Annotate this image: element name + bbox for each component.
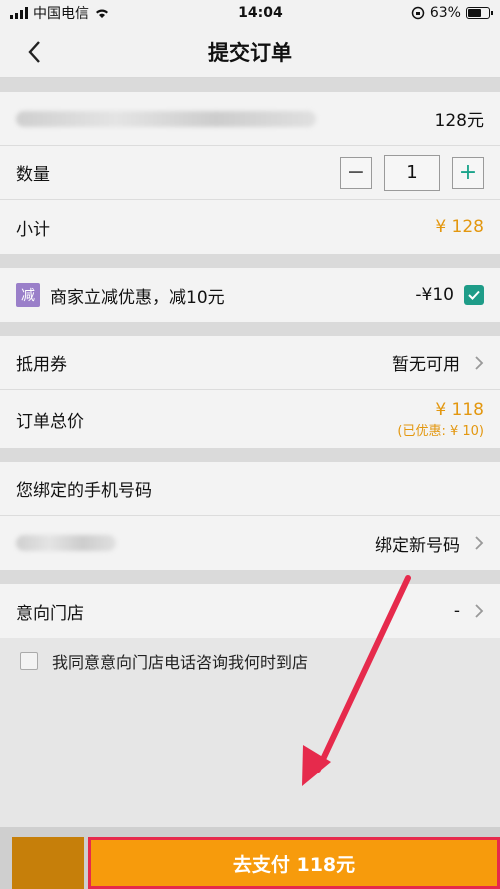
battery-icon [465, 7, 493, 19]
phone-right: 绑定新号码 [375, 531, 484, 556]
promo-checkbox[interactable] [464, 285, 484, 305]
section-divider [0, 254, 500, 268]
phone-number-blurred [16, 535, 116, 551]
product-price: 128元 [434, 111, 484, 131]
signal-icon [10, 7, 28, 19]
total-label: 订单总价 [16, 411, 84, 432]
store-section: 意向门店 - [0, 584, 500, 638]
phone-section: 您绑定的手机号码 绑定新号码 [0, 462, 500, 570]
store-row[interactable]: 意向门店 - [0, 584, 500, 638]
subtotal-value: ¥ 128 [435, 217, 484, 237]
promo-row[interactable]: 减 商家立减优惠，减10元 -¥10 [0, 268, 500, 322]
wifi-icon [96, 9, 108, 18]
bottom-bar: 去支付 118元 [0, 827, 500, 889]
promo-text: 商家立减优惠，减10元 [50, 287, 225, 308]
coupon-label: 抵用券 [16, 355, 67, 375]
status-right: 63% [411, 5, 493, 21]
total-discount: (已优惠: ¥ 10) [397, 423, 484, 439]
total-value: ¥ 118 [435, 399, 484, 420]
phone-label: 您绑定的手机号码 [16, 481, 152, 501]
product-section: 128元 数量 − 1 + 小计 ¥ 128 [0, 92, 500, 254]
rotation-lock-icon [411, 6, 425, 20]
section-divider [0, 448, 500, 462]
bind-new-number[interactable]: 绑定新号码 [375, 531, 460, 556]
back-icon[interactable] [22, 38, 50, 66]
payment-summary-section: 抵用券 暂无可用 订单总价 ¥ 118 (已优惠: ¥ 10) [0, 336, 500, 448]
chevron-right-icon [475, 536, 484, 550]
promo-info: 减 商家立减优惠，减10元 [16, 283, 225, 308]
battery-percent: 63% [429, 5, 461, 21]
coupon-right: 暂无可用 [392, 350, 484, 375]
phone-number-row[interactable]: 绑定新号码 [0, 516, 500, 570]
agreement-text: 我同意意向门店电话咨询我何时到店 [52, 653, 309, 672]
decrement-button[interactable]: − [340, 156, 372, 189]
subtotal-row: 小计 ¥ 128 [0, 200, 500, 254]
store-value: - [453, 601, 460, 621]
product-name-blurred [16, 110, 316, 127]
status-left: 中国电信 [10, 3, 110, 23]
store-right: - [454, 601, 484, 621]
promo-badge: 减 [16, 283, 40, 307]
carrier: 中国电信 [33, 6, 89, 22]
nav-bar: 提交订单 [0, 26, 500, 78]
status-time: 14:04 [238, 5, 283, 21]
quantity-input[interactable]: 1 [384, 154, 440, 191]
subtotal-label: 小计 [16, 219, 50, 240]
section-divider [0, 78, 500, 92]
coupon-row[interactable]: 抵用券 暂无可用 [0, 336, 500, 390]
total-right: ¥ 118 (已优惠: ¥ 10) [397, 400, 484, 439]
store-label: 意向门店 [16, 603, 84, 624]
check-icon [468, 290, 480, 300]
chevron-right-icon [475, 604, 484, 618]
product-row: 128元 [0, 92, 500, 146]
bottom-left-block [12, 837, 84, 889]
promo-amount: -¥10 [415, 285, 454, 305]
promo-section: 减 商家立减优惠，减10元 -¥10 [0, 268, 500, 322]
promo-right: -¥10 [415, 285, 484, 305]
phone-label-row: 您绑定的手机号码 [0, 462, 500, 516]
section-divider [0, 322, 500, 336]
section-divider [0, 570, 500, 584]
page-title: 提交订单 [208, 40, 292, 65]
agreement-checkbox[interactable] [20, 652, 38, 670]
total-row: 订单总价 ¥ 118 (已优惠: ¥ 10) [0, 390, 500, 448]
quantity-row: 数量 − 1 + [0, 146, 500, 200]
coupon-value: 暂无可用 [392, 355, 460, 375]
quantity-label: 数量 [16, 165, 50, 185]
quantity-stepper: − 1 + [340, 154, 484, 191]
chevron-right-icon [475, 355, 484, 370]
agreement-row[interactable]: 我同意意向门店电话咨询我何时到店 [0, 638, 500, 684]
status-bar: 中国电信 14:04 63% [0, 0, 500, 26]
pay-button[interactable]: 去支付 118元 [88, 837, 500, 889]
increment-button[interactable]: + [452, 156, 484, 189]
